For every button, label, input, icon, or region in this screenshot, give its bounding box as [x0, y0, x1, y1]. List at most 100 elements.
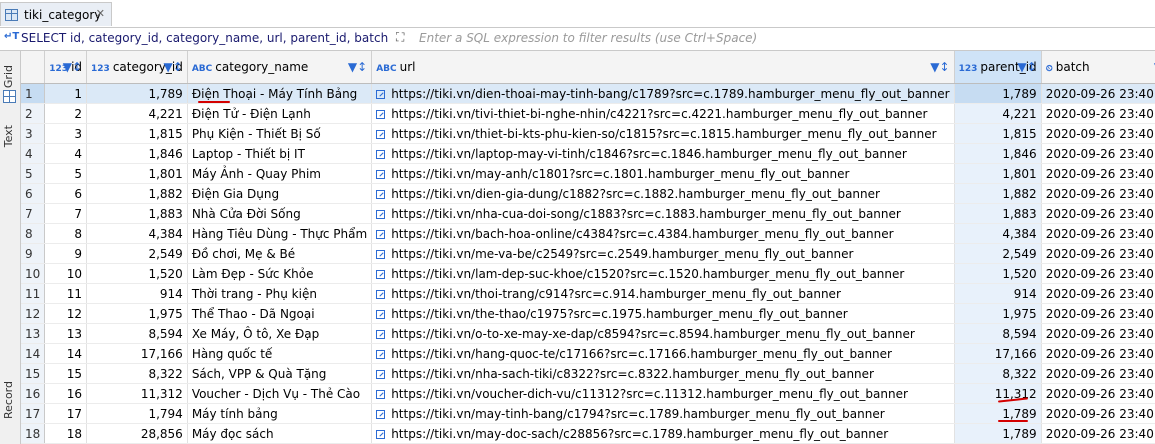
- table-row[interactable]: 7 7 1,883 Nhà Cửa Đời Sống https://tiki.vn/n…: [21, 203, 1155, 224]
- row-number[interactable]: 7: [21, 203, 46, 224]
- cell-batch[interactable]: 2020-09-26 23:40:34: [1041, 103, 1155, 124]
- row-number[interactable]: 4: [21, 143, 46, 164]
- table-row[interactable]: 14 14 17,166 Hàng quốc tế https://tiki.vn/ha…: [21, 343, 1155, 364]
- cell-category-id[interactable]: 28,856: [86, 423, 188, 444]
- cell-url[interactable]: https://tiki.vn/dien-gia-dung/c1882?src=…: [371, 183, 955, 204]
- cell-id[interactable]: 5: [44, 163, 88, 184]
- cell-batch[interactable]: 2020-09-26 23:40:34: [1041, 163, 1155, 184]
- cell-category-name[interactable]: Đồ chơi, Mẹ & Bé: [187, 243, 373, 264]
- table-row[interactable]: 8 8 4,384 Hàng Tiêu Dùng - Thực Phẩm https:/…: [21, 223, 1155, 244]
- tab-tiki-category[interactable]: tiki_category ✕: [0, 2, 112, 26]
- cell-category-name[interactable]: Máy tính bảng: [187, 403, 373, 424]
- cell-parent-id[interactable]: 1,789: [954, 423, 1042, 444]
- row-number[interactable]: 2: [21, 103, 46, 124]
- cell-id[interactable]: 9: [44, 243, 88, 264]
- row-number[interactable]: 10: [21, 263, 46, 284]
- link-icon[interactable]: [376, 329, 386, 339]
- filter-input[interactable]: Enter a SQL expression to filter results…: [419, 31, 757, 45]
- cell-batch[interactable]: 2020-09-26 23:40:35: [1041, 403, 1155, 424]
- cell-batch[interactable]: 2020-09-26 23:40:34: [1041, 223, 1155, 244]
- table-row[interactable]: 15 15 8,322 Sách, VPP & Quà Tặng https://tik…: [21, 363, 1155, 384]
- cell-batch[interactable]: 2020-09-26 23:40:34: [1041, 123, 1155, 144]
- cell-batch[interactable]: 2020-09-26 23:40:34: [1041, 143, 1155, 164]
- row-number[interactable]: 5: [21, 163, 46, 184]
- column-header-category-name[interactable]: ABC category_name ▼↕: [187, 51, 373, 84]
- table-row[interactable]: 1 1 1,789 Điện Thoại - Máy Tính Bảng https:/…: [21, 83, 1155, 104]
- link-icon[interactable]: [376, 389, 386, 399]
- cell-batch[interactable]: 2020-09-26 23:40:34: [1041, 203, 1155, 224]
- cell-category-id[interactable]: 17,166: [86, 343, 188, 364]
- cell-parent-id[interactable]: 4,384: [954, 223, 1042, 244]
- link-icon[interactable]: [376, 409, 386, 419]
- cell-batch[interactable]: 2020-09-26 23:40:34: [1041, 83, 1155, 104]
- cell-category-name[interactable]: Nhà Cửa Đời Sống: [187, 203, 373, 224]
- filter-sort-icon[interactable]: ▼↕: [348, 60, 367, 74]
- column-header-id[interactable]: 123 id ▼↕: [44, 51, 88, 84]
- cell-category-name[interactable]: Xe Máy, Ô tô, Xe Đạp: [187, 323, 373, 344]
- cell-id[interactable]: 13: [44, 323, 88, 344]
- cell-category-id[interactable]: 8,594: [86, 323, 188, 344]
- cell-url[interactable]: https://tiki.vn/thoi-trang/c914?src=c.91…: [371, 283, 955, 304]
- cell-url[interactable]: https://tiki.vn/me-va-be/c2549?src=c.254…: [371, 243, 955, 264]
- link-icon[interactable]: [376, 309, 386, 319]
- cell-parent-id[interactable]: 1,975: [954, 303, 1042, 324]
- cell-id[interactable]: 14: [44, 343, 88, 364]
- table-row[interactable]: 4 4 1,846 Laptop - Thiết bị IT https://tiki.…: [21, 143, 1155, 164]
- cell-url[interactable]: https://tiki.vn/may-doc-sach/c28856?src=…: [371, 423, 955, 444]
- cell-batch[interactable]: 2020-09-26 23:40:34: [1041, 363, 1155, 384]
- cell-id[interactable]: 7: [44, 203, 88, 224]
- cell-id[interactable]: 1: [44, 83, 88, 104]
- cell-id[interactable]: 10: [44, 263, 88, 284]
- cell-category-id[interactable]: 1,975: [86, 303, 188, 324]
- cell-category-name[interactable]: Thời trang - Phụ kiện: [187, 283, 373, 304]
- cell-parent-id[interactable]: 1,815: [954, 123, 1042, 144]
- cell-id[interactable]: 3: [44, 123, 88, 144]
- cell-batch[interactable]: 2020-09-26 23:40:34: [1041, 283, 1155, 304]
- cell-category-name[interactable]: Sách, VPP & Quà Tặng: [187, 363, 373, 384]
- cell-category-name[interactable]: Điện Gia Dụng: [187, 183, 373, 204]
- column-header-url[interactable]: ABC url ▼↕: [371, 51, 955, 84]
- cell-parent-id[interactable]: 1,789: [954, 83, 1042, 104]
- sql-query-text[interactable]: SELECT id, category_id, category_name, u…: [21, 31, 389, 45]
- table-row[interactable]: 9 9 2,549 Đồ chơi, Mẹ & Bé https://tiki.vn/m…: [21, 243, 1155, 264]
- cell-url[interactable]: https://tiki.vn/voucher-dich-vu/c11312?s…: [371, 383, 955, 404]
- cell-category-name[interactable]: Máy Ảnh - Quay Phim: [187, 163, 373, 184]
- link-icon[interactable]: [376, 289, 386, 299]
- cell-id[interactable]: 12: [44, 303, 88, 324]
- row-number[interactable]: 12: [21, 303, 46, 324]
- cell-category-id[interactable]: 1,794: [86, 403, 188, 424]
- cell-category-name[interactable]: Voucher - Dịch Vụ - Thẻ Cào: [187, 383, 373, 404]
- table-row[interactable]: 17 17 1,794 Máy tính bảng https://tiki.vn/ma…: [21, 403, 1155, 424]
- cell-category-id[interactable]: 1,815: [86, 123, 188, 144]
- cell-category-id[interactable]: 1,883: [86, 203, 188, 224]
- column-header-category-id[interactable]: 123 category_id ▼↕: [86, 51, 188, 84]
- cell-category-id[interactable]: 1,801: [86, 163, 188, 184]
- link-icon[interactable]: [376, 269, 386, 279]
- cell-url[interactable]: https://tiki.vn/tivi-thiet-bi-nghe-nhin/…: [371, 103, 955, 124]
- link-icon[interactable]: [376, 429, 386, 439]
- row-number[interactable]: 3: [21, 123, 46, 144]
- cell-id[interactable]: 8: [44, 223, 88, 244]
- cell-parent-id[interactable]: 1,801: [954, 163, 1042, 184]
- close-icon[interactable]: ✕: [96, 7, 105, 20]
- cell-url[interactable]: https://tiki.vn/laptop-may-vi-tinh/c1846…: [371, 143, 955, 164]
- row-number[interactable]: 15: [21, 363, 46, 384]
- table-row[interactable]: 2 2 4,221 Điện Tử - Điện Lạnh https://tiki.v…: [21, 103, 1155, 124]
- link-icon[interactable]: [376, 369, 386, 379]
- cell-category-name[interactable]: Laptop - Thiết bị IT: [187, 143, 373, 164]
- link-icon[interactable]: [376, 229, 386, 239]
- row-number[interactable]: 18: [21, 423, 46, 444]
- table-row[interactable]: 16 16 11,312 Voucher - Dịch Vụ - Thẻ Cào htt…: [21, 383, 1155, 404]
- row-number[interactable]: 16: [21, 383, 46, 404]
- cell-parent-id[interactable]: 17,166: [954, 343, 1042, 364]
- cell-category-name[interactable]: Hàng Tiêu Dùng - Thực Phẩm: [187, 223, 373, 244]
- column-header-batch[interactable]: ⏲batch▼↕: [1041, 51, 1155, 84]
- cell-url[interactable]: https://tiki.vn/nha-cua-doi-song/c1883?s…: [371, 203, 955, 224]
- table-row[interactable]: 13 13 8,594 Xe Máy, Ô tô, Xe Đạp https://tik…: [21, 323, 1155, 344]
- cell-category-id[interactable]: 11,312: [86, 383, 188, 404]
- table-row[interactable]: 3 3 1,815 Phụ Kiện - Thiết Bị Số https://tik…: [21, 123, 1155, 144]
- row-number[interactable]: 9: [21, 243, 46, 264]
- cell-url[interactable]: https://tiki.vn/bach-hoa-online/c4384?sr…: [371, 223, 955, 244]
- row-number[interactable]: 1: [21, 83, 46, 104]
- filter-sort-icon[interactable]: ▼↕: [63, 60, 82, 74]
